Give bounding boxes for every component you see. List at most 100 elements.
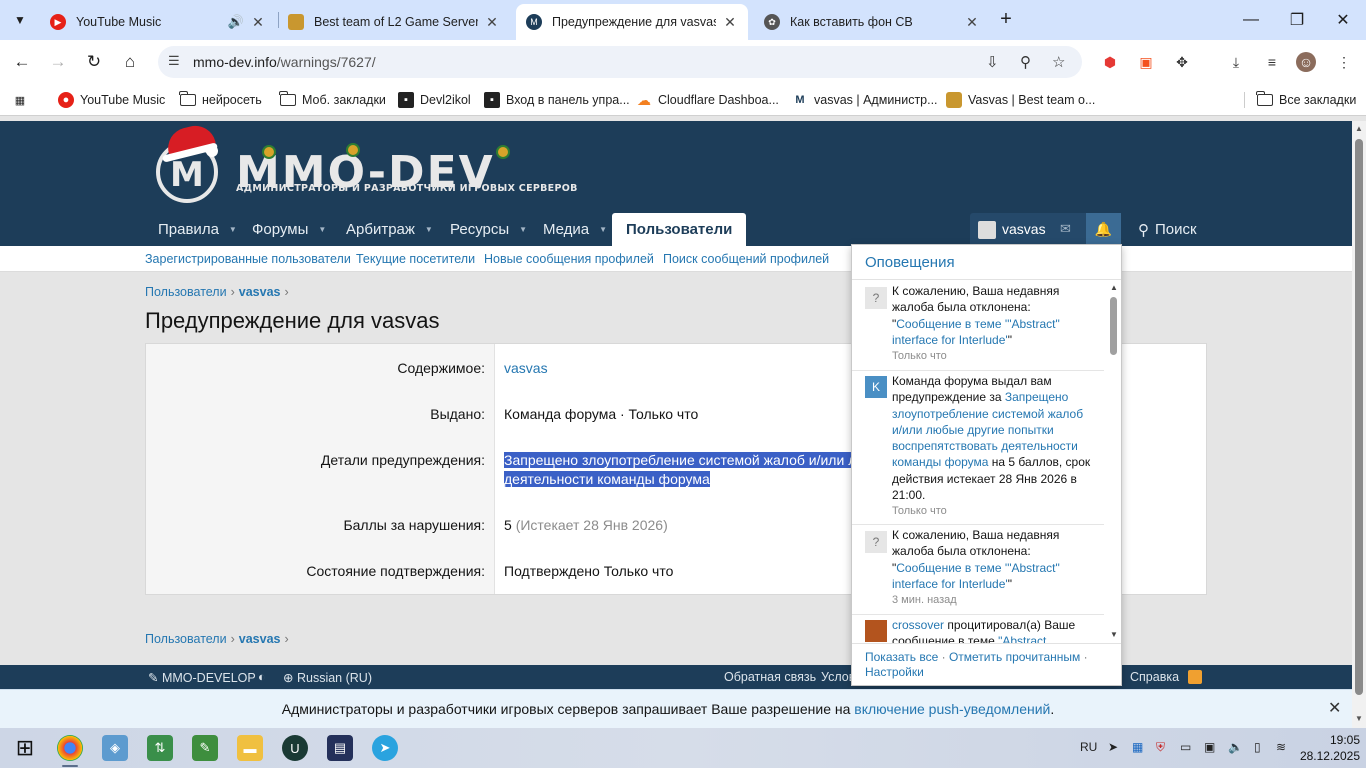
file-explorer-icon[interactable]: ▬ <box>237 735 263 761</box>
site-info-icon[interactable]: ☰ <box>168 53 180 69</box>
page-scroll-thumb[interactable] <box>1355 139 1363 695</box>
scroll-down-icon[interactable]: ▼ <box>1355 714 1363 723</box>
style-chooser[interactable]: ✎ MMO-DEVELOP <box>148 670 256 685</box>
subnav-search-profile-posts[interactable]: Поиск сообщений профилей <box>663 252 829 266</box>
wifi-icon[interactable]: ≋ <box>1276 740 1286 754</box>
subnav-registered-users[interactable]: Зарегистрированные пользователи <box>145 252 351 266</box>
battery-icon[interactable]: ▯ <box>1254 740 1261 754</box>
close-tab-icon[interactable]: ✕ <box>722 14 738 31</box>
new-tab-plus-icon[interactable]: + <box>994 8 1018 32</box>
alert-item[interactable]: ? К сожалению, Ваша недавняя жалоба была… <box>852 525 1104 615</box>
alert-item[interactable]: K Команда форума выдал вам предупреждени… <box>852 371 1104 525</box>
bookmark-vasvas-best[interactable]: Vasvas | Best team o... <box>946 92 1095 108</box>
inbox-envelope-icon[interactable]: ✉ <box>1060 221 1071 237</box>
bookmark-devl2ikol[interactable]: ▪ Devl2ikol <box>398 92 471 108</box>
alert-link[interactable]: "Abstract <box>998 634 1046 643</box>
windows-start-icon[interactable]: ⊞ <box>12 735 38 761</box>
scroll-down-icon[interactable]: ▼ <box>1110 630 1118 639</box>
push-enable-link[interactable]: включение push-уведомлений <box>854 701 1050 717</box>
game-client-icon[interactable]: ▤ <box>327 735 353 761</box>
close-icon[interactable]: ✕ <box>1328 698 1341 718</box>
alerts-bell-icon[interactable]: 🔔 <box>1086 213 1121 246</box>
install-app-icon[interactable]: ⇩ <box>986 53 999 71</box>
rss-icon[interactable] <box>1188 670 1202 684</box>
system-clock[interactable]: 19:05 28.12.2025 <box>1296 732 1360 764</box>
apps-grid-icon[interactable]: ▦ <box>12 92 34 108</box>
caret-down-icon[interactable]: ▼ <box>599 225 607 234</box>
address-bar[interactable]: ☰ mmo-dev.info/warnings/7627/ ⇩ ⚲ ☆ <box>158 46 1082 78</box>
profile-avatar-icon[interactable]: ☺ <box>1296 52 1316 72</box>
caret-down-icon[interactable]: ▼ <box>425 225 433 234</box>
caret-down-icon[interactable]: ▼ <box>318 225 326 234</box>
network-tray-icon[interactable]: ▣ <box>1204 740 1215 754</box>
popup-title[interactable]: Оповещения <box>865 254 955 271</box>
nav-media[interactable]: Медиа ▼ <box>543 213 607 246</box>
page-scrollbar[interactable]: ▲ ▼ <box>1352 121 1366 728</box>
nav-arbitration[interactable]: Арбитраж ▼ <box>346 213 433 246</box>
scroll-up-icon[interactable]: ▲ <box>1355 124 1363 133</box>
telegram-icon[interactable]: ➤ <box>372 735 398 761</box>
unreal-editor-icon[interactable]: U <box>282 735 308 761</box>
network-app-icon[interactable]: ⇅ <box>147 735 173 761</box>
menu-kebab-icon[interactable]: ⋮ <box>1334 52 1354 72</box>
popup-scroll-thumb[interactable] <box>1110 297 1117 355</box>
notepad-app-icon[interactable]: ✎ <box>192 735 218 761</box>
caret-down-icon[interactable]: ▼ <box>519 225 527 234</box>
bookmark-cloudflare[interactable]: ☁ Cloudflare Dashboa... <box>636 92 779 108</box>
footer-feedback-link[interactable]: Обратная связь <box>724 670 816 684</box>
contrast-toggle-icon[interactable]: ◐ <box>258 670 266 684</box>
chrome-icon[interactable] <box>57 735 83 761</box>
close-window-icon[interactable]: ✕ <box>1320 0 1366 40</box>
subnav-new-profile-posts[interactable]: Новые сообщения профилей <box>484 252 654 266</box>
nav-resources[interactable]: Ресурсы ▼ <box>450 213 527 246</box>
extensions-puzzle-icon[interactable]: ✥ <box>1172 52 1192 72</box>
downloads-icon[interactable]: ⤓ <box>1226 52 1246 72</box>
breadcrumb-users[interactable]: Пользователи <box>145 285 227 299</box>
alert-link[interactable]: Сообщение в теме '"Abstract" interface f… <box>892 561 1060 591</box>
mark-read-link[interactable]: Отметить прочитанным <box>949 650 1080 664</box>
tab-search-chevron-icon[interactable]: ▼ <box>8 8 32 32</box>
breadcrumb-user[interactable]: vasvas <box>239 632 281 646</box>
speaker-icon[interactable]: 🔊 <box>228 14 244 30</box>
bookmark-folder-neuro[interactable]: нейросеть <box>179 91 262 108</box>
restore-icon[interactable]: ❐ <box>1274 0 1320 40</box>
tray-app-icon[interactable]: ▦ <box>1132 740 1143 754</box>
back-arrow-icon[interactable]: ← <box>8 48 36 76</box>
subnav-current-visitors[interactable]: Текущие посетители <box>356 252 475 266</box>
tab-warning-active[interactable]: M Предупреждение для vasvas | / ✕ <box>516 4 748 40</box>
alert-user-link[interactable]: crossover <box>892 618 944 632</box>
url-text[interactable]: mmo-dev.info/warnings/7627/ <box>193 54 376 70</box>
nav-users[interactable]: Пользователи <box>612 213 747 246</box>
close-tab-icon[interactable]: ✕ <box>964 14 980 31</box>
input-language[interactable]: RU <box>1080 740 1097 754</box>
extension-orange-icon[interactable]: ▣ <box>1136 52 1156 72</box>
tab-l2-game-server[interactable]: Best team of L2 Game Server de ✕ <box>278 4 510 40</box>
caret-down-icon[interactable]: ▼ <box>229 225 237 234</box>
home-icon[interactable]: ⌂ <box>116 48 144 76</box>
tab-youtube-music[interactable]: ▶ YouTube Music 🔊 ✕ <box>40 4 276 40</box>
zoom-icon[interactable]: ⚲ <box>1020 53 1031 71</box>
breadcrumb-users[interactable]: Пользователи <box>145 632 227 646</box>
reload-icon[interactable]: ↻ <box>80 48 108 76</box>
nav-rules[interactable]: Правила ▼ <box>158 213 237 246</box>
settings-link[interactable]: Настройки <box>865 665 924 679</box>
alert-link[interactable]: Сообщение в теме '"Abstract" interface f… <box>892 317 1060 347</box>
shield-tray-icon[interactable]: ⛨ <box>1156 740 1165 755</box>
forward-arrow-icon[interactable]: → <box>44 48 72 76</box>
all-bookmarks[interactable]: Все закладки <box>1244 91 1356 108</box>
telegram-tray-icon[interactable]: ➤ <box>1108 740 1118 754</box>
nav-forums[interactable]: Форумы ▼ <box>252 213 326 246</box>
bookmark-vasvas-admin[interactable]: Mvasvas | Администр... <box>792 92 937 108</box>
content-link[interactable]: vasvas <box>504 360 548 376</box>
media-control-icon[interactable]: ≡ <box>1262 52 1282 72</box>
app-explorer-icon[interactable]: ◈ <box>102 735 128 761</box>
bookmark-folder-mobile[interactable]: Моб. закладки <box>279 91 386 108</box>
alert-item[interactable]: crossover процитировал(а) Ваше сообщение… <box>852 615 1104 643</box>
breadcrumb-user[interactable]: vasvas <box>239 285 281 299</box>
bookmark-admin-panel[interactable]: ▪ Вход в панель упра... <box>484 92 630 108</box>
bookmark-youtube-music[interactable]: ● YouTube Music <box>58 92 165 108</box>
alert-item[interactable]: ? К сожалению, Ваша недавняя жалоба была… <box>852 281 1104 371</box>
minimize-icon[interactable]: — <box>1228 0 1274 40</box>
adblock-extension-icon[interactable]: ⬢ <box>1100 52 1120 72</box>
tab-background-cv[interactable]: ✿ Как вставить фон СВ ✕ <box>754 4 990 40</box>
